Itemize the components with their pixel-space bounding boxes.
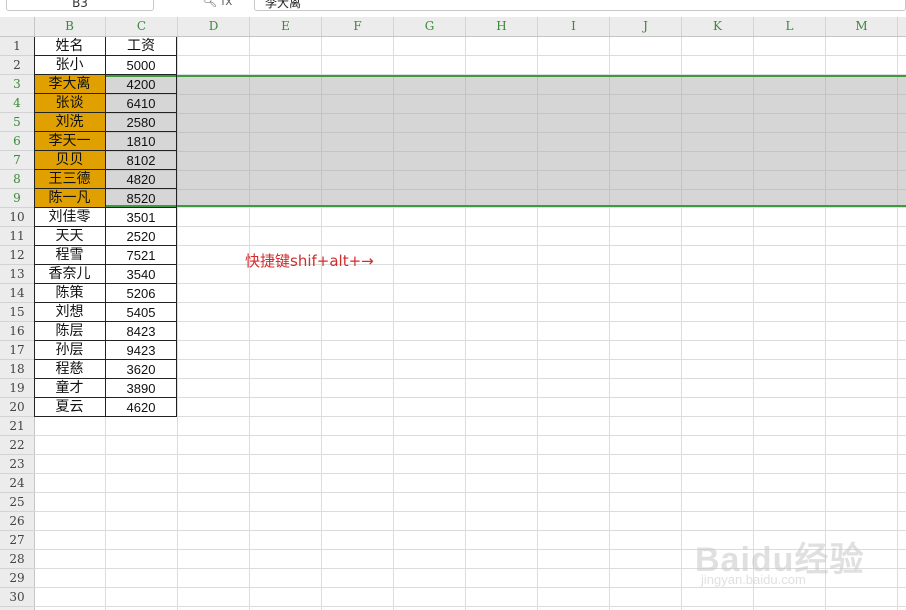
row-header-19[interactable]: 19 xyxy=(0,379,34,398)
salary-cell[interactable]: 4820 xyxy=(106,170,177,189)
row-header-21[interactable]: 21 xyxy=(0,417,34,436)
row-header-1[interactable]: 1 xyxy=(0,37,34,56)
salary-cell[interactable]: 8520 xyxy=(106,189,177,208)
salary-cell[interactable]: 9423 xyxy=(106,341,177,360)
header-cell-salary[interactable]: 工资 xyxy=(106,37,177,56)
salary-cell[interactable]: 5206 xyxy=(106,284,177,303)
name-cell[interactable]: 天天 xyxy=(34,227,106,246)
column-header-b[interactable]: B xyxy=(34,17,106,36)
name-cell[interactable]: 李天一 xyxy=(34,132,106,151)
salary-cell[interactable]: 2520 xyxy=(106,227,177,246)
column-header-h[interactable]: H xyxy=(466,17,538,36)
row-header-column: 1 2 3 4 5 6 7 8 9 10 11 12 13 14 15 16 17 18 19 20 21 22 23 24 2… xyxy=(0,37,35,610)
row-header-12[interactable]: 12 xyxy=(0,246,34,265)
row-header-2[interactable]: 2 xyxy=(0,56,34,75)
row-header-17[interactable]: 17 xyxy=(0,341,34,360)
row-header-16[interactable]: 16 xyxy=(0,322,34,341)
name-cell[interactable]: 刘想 xyxy=(34,303,106,322)
name-cell[interactable]: 程雪 xyxy=(34,246,106,265)
salary-cell[interactable]: 2580 xyxy=(106,113,177,132)
watermark-sub: jingyan.baidu.com xyxy=(701,572,806,587)
column-header-c[interactable]: C xyxy=(106,17,178,36)
salary-cell[interactable]: 6410 xyxy=(106,94,177,113)
column-header-e[interactable]: E xyxy=(250,17,322,36)
row-header-27[interactable]: 27 xyxy=(0,531,34,550)
formula-input[interactable]: 李大离 xyxy=(254,0,906,11)
row-header-22[interactable]: 22 xyxy=(0,436,34,455)
row-header-8[interactable]: 8 xyxy=(0,170,34,189)
salary-cell[interactable]: 3501 xyxy=(106,208,177,227)
name-cell[interactable]: 刘洗 xyxy=(34,113,106,132)
row-header-18[interactable]: 18 xyxy=(0,360,34,379)
salary-cell[interactable]: 3890 xyxy=(106,379,177,398)
name-cell[interactable]: 陈一凡 xyxy=(34,189,106,208)
name-cell[interactable]: 孙层 xyxy=(34,341,106,360)
name-cell[interactable]: 刘佳零 xyxy=(34,208,106,227)
salary-cell[interactable]: 3540 xyxy=(106,265,177,284)
name-cell[interactable]: 李大离 xyxy=(34,75,106,94)
column-header-k[interactable]: K xyxy=(682,17,754,36)
column-header-m[interactable]: M xyxy=(826,17,898,36)
salary-cell[interactable]: 1810 xyxy=(106,132,177,151)
name-cell[interactable]: 陈策 xyxy=(34,284,106,303)
salary-cell[interactable]: 8102 xyxy=(106,151,177,170)
name-cell[interactable]: 贝贝 xyxy=(34,151,106,170)
fx-label[interactable]: 🔍︎ fx xyxy=(202,0,232,8)
name-box[interactable]: B3 xyxy=(6,0,154,11)
column-header-j[interactable]: J xyxy=(610,17,682,36)
zoom-icon: 🔍︎ xyxy=(202,0,218,8)
row-header-29[interactable]: 29 xyxy=(0,569,34,588)
row-header-3[interactable]: 3 xyxy=(0,75,34,94)
header-cell-name[interactable]: 姓名 xyxy=(34,37,106,56)
name-cell[interactable]: 张小 xyxy=(34,56,106,75)
row-header-7[interactable]: 7 xyxy=(0,151,34,170)
fx-text: fx xyxy=(221,0,233,8)
baidu-watermark: Baidu经验 jingyan.baidu.com xyxy=(695,512,875,592)
row-header-5[interactable]: 5 xyxy=(0,113,34,132)
column-header-l[interactable]: L xyxy=(754,17,826,36)
row-header-13[interactable]: 13 xyxy=(0,265,34,284)
row-header-25[interactable]: 25 xyxy=(0,493,34,512)
column-header-i[interactable]: I xyxy=(538,17,610,36)
row-header-26[interactable]: 26 xyxy=(0,512,34,531)
row-header-4[interactable]: 4 xyxy=(0,94,34,113)
row-header-23[interactable]: 23 xyxy=(0,455,34,474)
name-cell[interactable]: 程慈 xyxy=(34,360,106,379)
row-header-15[interactable]: 15 xyxy=(0,303,34,322)
column-header-row: BCDEFGHIJKLM xyxy=(0,17,906,37)
formula-bar: B3 🔍︎ fx 李大离 xyxy=(0,0,906,18)
select-all-corner[interactable] xyxy=(0,17,35,36)
row-header-10[interactable]: 10 xyxy=(0,208,34,227)
row-header-11[interactable]: 11 xyxy=(0,227,34,246)
salary-cell[interactable]: 5405 xyxy=(106,303,177,322)
column-header-g[interactable]: G xyxy=(394,17,466,36)
name-cell[interactable]: 童才 xyxy=(34,379,106,398)
row-header-6[interactable]: 6 xyxy=(0,132,34,151)
salary-cell[interactable]: 4620 xyxy=(106,398,177,417)
salary-cell[interactable]: 3620 xyxy=(106,360,177,379)
row-header-9[interactable]: 9 xyxy=(0,189,34,208)
salary-cell[interactable]: 7521 xyxy=(106,246,177,265)
name-cell[interactable]: 王三德 xyxy=(34,170,106,189)
row-header-30[interactable]: 30 xyxy=(0,588,34,607)
row-header-28[interactable]: 28 xyxy=(0,550,34,569)
row-header-14[interactable]: 14 xyxy=(0,284,34,303)
salary-cell[interactable]: 5000 xyxy=(106,56,177,75)
name-cell[interactable]: 张谈 xyxy=(34,94,106,113)
salary-cell[interactable]: 4200 xyxy=(106,75,177,94)
name-cell[interactable]: 夏云 xyxy=(34,398,106,417)
column-header-d[interactable]: D xyxy=(178,17,250,36)
salary-cell[interactable]: 8423 xyxy=(106,322,177,341)
name-cell[interactable]: 陈层 xyxy=(34,322,106,341)
name-cell[interactable]: 香奈儿 xyxy=(34,265,106,284)
column-header-f[interactable]: F xyxy=(322,17,394,36)
row-header-20[interactable]: 20 xyxy=(0,398,34,417)
row-header-24[interactable]: 24 xyxy=(0,474,34,493)
shortcut-annotation: 快捷键shif+alt+→ xyxy=(245,252,374,270)
